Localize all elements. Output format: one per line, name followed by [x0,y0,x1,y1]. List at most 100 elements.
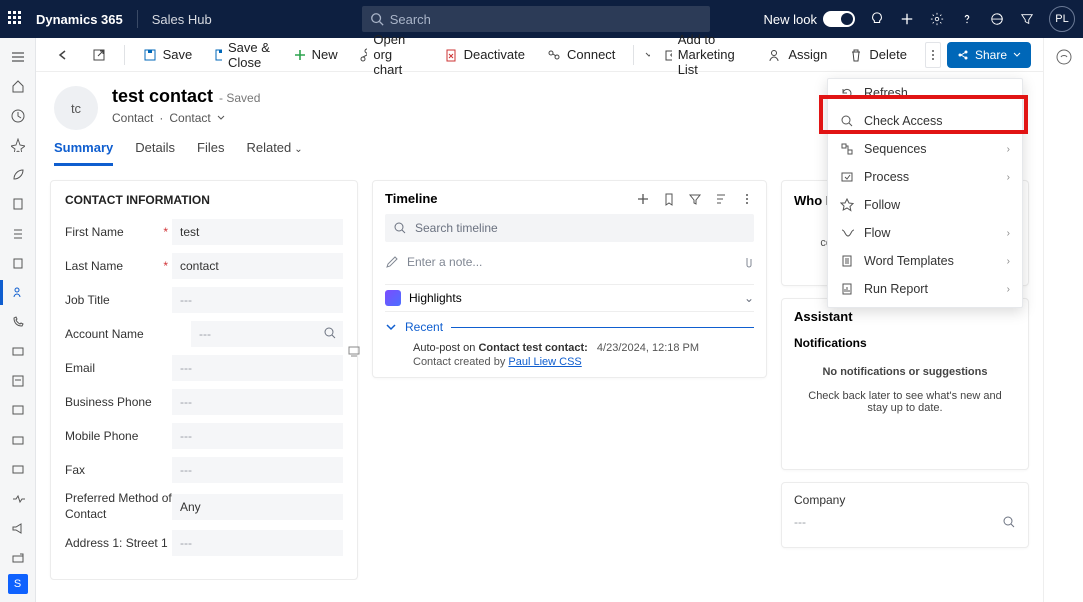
record-title: test contact [112,86,213,106]
help-icon[interactable] [959,11,975,27]
timeline-highlights[interactable]: Highlights ⌄ [385,284,754,312]
first-name-field[interactable] [172,219,343,245]
pref-method-field[interactable] [172,494,343,520]
search-icon [370,12,384,26]
menu-follow[interactable]: Follow [828,191,1022,219]
nav-item-g[interactable] [0,545,36,570]
timeline-sort-icon[interactable] [714,192,728,206]
nav-recent-icon[interactable] [0,103,36,128]
pencil-icon [385,255,399,269]
tab-details[interactable]: Details [135,140,175,166]
menu-flow[interactable]: Flow› [828,219,1022,247]
global-search[interactable]: Search [362,6,710,32]
lookup-icon[interactable] [1002,515,1016,529]
timeline-more-icon[interactable] [740,192,754,206]
timeline-note-input[interactable]: Enter a note... [385,248,754,276]
breadcrumb: Contact· Contact [112,111,260,125]
chevron-down-icon[interactable] [217,114,225,122]
new-button[interactable]: New [286,41,346,69]
chevron-down-icon [385,321,397,333]
back-button[interactable] [48,41,78,69]
delete-button[interactable]: Delete [841,41,915,69]
toggle-switch[interactable] [823,11,855,27]
tab-related[interactable]: Related⌄ [246,140,302,166]
open-org-chart-button[interactable]: Open org chart [352,41,430,69]
new-look-toggle[interactable]: New look [764,11,855,27]
deactivate-button[interactable]: Deactivate [436,41,533,69]
nav-item-f[interactable] [0,486,36,511]
share-button[interactable]: Share [947,42,1031,68]
nav-home-icon[interactable] [0,73,36,98]
filter-icon[interactable] [1019,11,1035,27]
menu-run-report[interactable]: Run Report› [828,275,1022,303]
highlight-icon [385,290,401,306]
menu-refresh[interactable]: Refresh [828,79,1022,107]
first-name-label: First Name [65,225,163,239]
nav-item-a[interactable] [0,339,36,364]
lightbulb-icon[interactable] [869,11,885,27]
timeline-filter-icon[interactable] [688,192,702,206]
nav-item-b[interactable] [0,368,36,393]
brand-label: Dynamics 365 [36,12,123,27]
right-rail [1043,38,1083,602]
left-nav: S [0,38,36,602]
nav-item-d[interactable] [0,427,36,452]
contact-info-panel: CONTACT INFORMATION First Name* Last Nam… [50,180,358,580]
company-lookup[interactable]: --- [794,515,1016,529]
plus-icon[interactable] [899,11,915,27]
save-close-button[interactable]: Save & Close [206,41,279,69]
connect-button[interactable]: Connect [539,41,623,69]
app-name[interactable]: Sales Hub [152,12,212,27]
attach-icon[interactable] [740,255,754,269]
addr1-field[interactable] [172,530,343,556]
account-name-field[interactable] [191,321,343,347]
nav-item-c[interactable] [0,398,36,423]
nav-megaphone-icon[interactable] [0,516,36,541]
menu-process[interactable]: Process› [828,163,1022,191]
help2-icon[interactable] [989,11,1005,27]
nav-pinned-icon[interactable] [0,132,36,157]
gear-icon[interactable] [929,11,945,27]
assign-button[interactable]: Assign [760,41,835,69]
more-commands-button[interactable] [925,42,941,68]
site-map-button[interactable]: S [8,574,28,594]
nav-doc-icon[interactable] [0,191,36,216]
timeline-post[interactable]: Auto-post on Contact test contact: 4/23/… [413,342,754,368]
last-name-field[interactable] [172,253,343,279]
nav-phone-icon[interactable] [0,309,36,334]
nav-rocket-icon[interactable] [0,162,36,187]
save-button[interactable]: Save [135,41,201,69]
timeline-bookmark-icon[interactable] [662,192,676,206]
business-phone-field[interactable] [172,389,343,415]
tab-summary[interactable]: Summary [54,140,113,166]
job-title-field[interactable] [172,287,343,313]
menu-check-access[interactable]: Check Access [828,107,1022,135]
chevron-down-icon[interactable] [644,50,650,60]
popout-button[interactable] [84,41,114,69]
search-icon [393,221,407,235]
email-field[interactable] [172,355,343,381]
mobile-phone-field[interactable] [172,423,343,449]
menu-word-templates[interactable]: Word Templates› [828,247,1022,275]
company-panel: Company --- [781,482,1029,548]
user-avatar[interactable]: PL [1049,6,1075,32]
global-header: Dynamics 365 Sales Hub Search New look P… [0,0,1083,38]
pref-method-label: Preferred Method of Contact [65,491,172,522]
post-icon [347,344,361,358]
add-marketing-button[interactable]: Add to Marketing List [656,41,755,69]
timeline-recent-header[interactable]: Recent [385,320,754,334]
app-launcher-icon[interactable] [8,11,24,27]
timeline-search[interactable]: Search timeline [385,214,754,242]
menu-sequences[interactable]: Sequences› [828,135,1022,163]
tab-files[interactable]: Files [197,140,224,166]
assistant-panel: Assistant Notifications No notifications… [781,298,1029,470]
nav-hamburger[interactable] [0,44,36,69]
lookup-icon[interactable] [323,326,337,340]
nav-list-icon[interactable] [0,221,36,246]
copilot-icon[interactable] [1055,48,1073,66]
nav-contacts-icon[interactable] [0,280,36,305]
nav-building-icon[interactable] [0,250,36,275]
nav-item-e[interactable] [0,457,36,482]
fax-field[interactable] [172,457,343,483]
timeline-add-icon[interactable] [636,192,650,206]
